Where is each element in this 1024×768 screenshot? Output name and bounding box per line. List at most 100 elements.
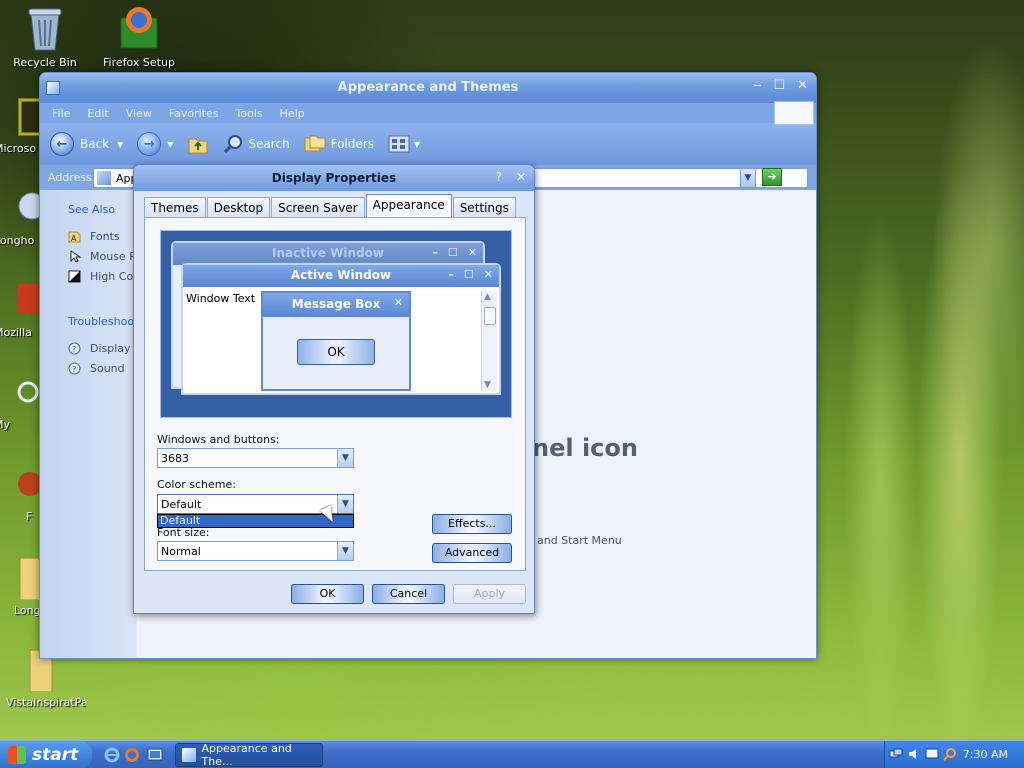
folders-icon xyxy=(304,135,326,152)
dialog-title-bar[interactable]: Display Properties ? ✕ xyxy=(134,165,534,191)
desktop-icon-label: Long xyxy=(14,604,41,617)
mouse-pointer-icon xyxy=(70,250,81,263)
dialog-title: Display Properties xyxy=(271,171,397,185)
effects-button[interactable]: Effects... xyxy=(432,514,512,534)
windows-buttons-value: 3683 xyxy=(161,452,189,465)
control-panel-icon xyxy=(97,171,111,185)
search-button[interactable]: Search xyxy=(223,134,290,154)
scroll-up-icon: ▲ xyxy=(484,292,491,302)
internet-explorer-icon[interactable] xyxy=(104,747,120,763)
chevron-down-icon[interactable]: ▼ xyxy=(167,140,173,149)
search-label: Search xyxy=(248,137,290,151)
ok-button[interactable]: OK xyxy=(291,584,364,604)
help-button[interactable]: ? xyxy=(496,170,502,184)
volume-icon[interactable] xyxy=(907,747,921,761)
see-also-mouse-pointers-link[interactable]: Mouse Po xyxy=(68,250,142,263)
windows-buttons-select[interactable]: 3683 ▼ xyxy=(157,448,354,468)
tab-themes[interactable]: Themes xyxy=(144,197,206,217)
close-button[interactable]: ✕ xyxy=(797,78,808,93)
desktop-icon-my-network[interactable]: My xyxy=(0,372,44,431)
tab-screen-saver[interactable]: Screen Saver xyxy=(271,197,365,217)
taskbar-window-label: Appearance and The... xyxy=(201,742,292,768)
font-size-select[interactable]: Normal ▼ xyxy=(157,541,354,561)
fonts-link-label: Fonts xyxy=(90,230,120,243)
svg-text:?: ? xyxy=(72,345,76,354)
go-button[interactable]: ➜ Go xyxy=(762,168,803,186)
desktop-icon-firefox-setup[interactable]: Firefox Setup xyxy=(100,4,178,69)
inactive-window-title: Inactive Window – ☐ ✕ xyxy=(173,243,483,265)
troubleshoot-display-link[interactable]: ? Display xyxy=(68,342,131,355)
cancel-button[interactable]: Cancel xyxy=(372,584,445,604)
menu-favorites[interactable]: Favorites xyxy=(169,107,219,120)
tab-appearance[interactable]: Appearance xyxy=(365,194,452,217)
menu-file[interactable]: File xyxy=(52,107,70,120)
start-label: start xyxy=(32,745,79,765)
minimize-button[interactable]: ‒ xyxy=(753,78,761,93)
taskbar-window-button[interactable]: Appearance and The... xyxy=(175,742,323,768)
desktop-icon-recycle-bin[interactable]: Recycle Bin xyxy=(6,4,84,69)
search-tray-icon[interactable] xyxy=(943,747,957,761)
maximize-button[interactable]: ☐ xyxy=(773,78,785,93)
chevron-down-icon[interactable]: ▼ xyxy=(337,542,353,560)
fonts-icon: A xyxy=(68,231,81,243)
desktop-icon-microsoft[interactable]: Microso xyxy=(0,96,48,155)
network-tray-icon[interactable] xyxy=(889,747,903,761)
desktop-icon-label: Microso xyxy=(0,142,37,155)
monitor-tray-icon[interactable] xyxy=(925,747,939,761)
show-desktop-icon[interactable] xyxy=(147,747,163,763)
views-button[interactable]: ▼ xyxy=(388,135,420,153)
color-scheme-value: Default xyxy=(161,498,202,511)
svg-text:?: ? xyxy=(72,365,76,374)
chevron-down-icon[interactable]: ▼ xyxy=(337,449,353,467)
desktop-icon-label: Recycle Bin xyxy=(13,56,77,69)
chevron-down-icon[interactable]: ▼ xyxy=(117,140,123,149)
advanced-button[interactable]: Advanced xyxy=(432,543,512,563)
scroll-down-icon: ▼ xyxy=(484,380,491,390)
tab-desktop[interactable]: Desktop xyxy=(206,197,271,217)
window-title-bar[interactable]: Appearance and Themes ‒ ☐ ✕ xyxy=(40,73,816,103)
appearance-preview: Inactive Window – ☐ ✕ Active Window – ☐ ✕ Wi… xyxy=(160,230,512,418)
see-also-high-contrast-link[interactable]: High Con xyxy=(68,270,140,283)
folders-label: Folders xyxy=(330,137,375,151)
up-folder-button[interactable] xyxy=(187,133,209,155)
apply-button[interactable]: Apply xyxy=(453,584,526,604)
forward-arrow-icon: → xyxy=(137,132,162,156)
menu-edit[interactable]: Edit xyxy=(87,107,108,120)
chevron-down-icon[interactable]: ▼ xyxy=(337,495,353,513)
taskbar-start-menu-link[interactable]: and Start Menu xyxy=(537,534,622,547)
high-contrast-icon xyxy=(68,270,81,283)
back-button[interactable]: ← Back ▼ xyxy=(50,132,123,156)
preview-message-box: Message Box ✕ OK xyxy=(261,291,411,391)
start-button[interactable]: start xyxy=(0,741,92,768)
tab-settings[interactable]: Settings xyxy=(452,197,516,217)
font-size-value: Normal xyxy=(161,545,201,558)
troubleshoot-sound-link[interactable]: ? Sound xyxy=(68,362,125,375)
close-button[interactable]: ✕ xyxy=(516,170,526,184)
clock: 7:30 AM xyxy=(962,748,1008,761)
windows-logo-icon xyxy=(774,101,814,125)
preview-scrollbar: ▲ ▼ xyxy=(481,291,497,391)
desktop-icon-label: My xyxy=(0,418,11,431)
firefox-setup-icon xyxy=(117,4,161,52)
message-box-title: Message Box ✕ xyxy=(263,293,409,317)
firefox-icon[interactable] xyxy=(124,747,140,763)
folders-button[interactable]: Folders xyxy=(304,134,374,154)
go-label: Go xyxy=(788,170,804,184)
active-window-title-text: Active Window xyxy=(290,268,392,282)
menu-tools[interactable]: Tools xyxy=(236,107,263,120)
address-label: Address xyxy=(48,171,92,184)
desktop-icon-app[interactable]: F xyxy=(0,464,44,523)
desktop-icon-label: F xyxy=(26,510,33,523)
forward-button[interactable]: → ▼ xyxy=(137,132,173,156)
menu-help[interactable]: Help xyxy=(280,107,305,120)
address-dropdown-button[interactable]: ▼ xyxy=(740,168,756,188)
desktop-icon-mozilla[interactable]: Mozilla xyxy=(0,280,44,339)
toolbar: ← Back ▼ → ▼ Search Folders ▼ xyxy=(40,123,816,165)
pick-control-panel-heading: nel icon xyxy=(532,434,638,462)
menu-view[interactable]: View xyxy=(126,107,152,120)
desktop-icon-label: VistaInspiratPack xyxy=(6,696,86,709)
desktop-icon-longhorn[interactable]: Longho xyxy=(0,188,46,247)
desktop-icon-long-folder[interactable]: Long xyxy=(0,556,44,617)
desktop-icon-label: Firefox Setup xyxy=(103,56,175,69)
see-also-fonts-link[interactable]: A Fonts xyxy=(68,230,120,243)
